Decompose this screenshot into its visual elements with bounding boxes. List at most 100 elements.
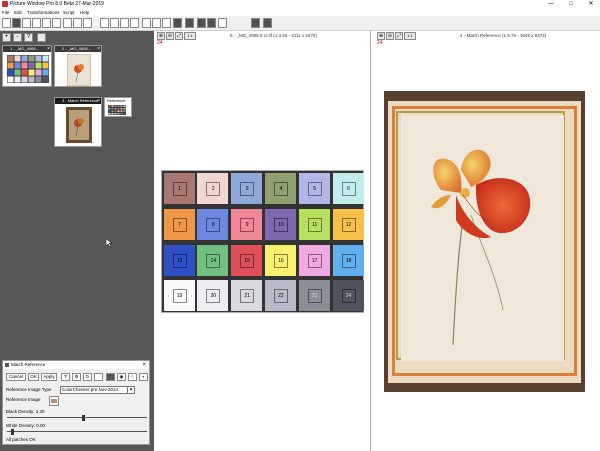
zoom-tool-icon[interactable] <box>152 18 161 28</box>
colorchecker-patch[interactable]: 1 <box>163 173 195 204</box>
help-icon[interactable]: ? <box>24 33 33 42</box>
paste-icon[interactable] <box>52 18 61 28</box>
close-icon[interactable]: × <box>47 46 50 52</box>
tone-icon[interactable] <box>207 18 216 28</box>
view-zoom-in-icon[interactable]: ⊕ <box>377 32 385 40</box>
colorchecker-patch-label: 21 <box>240 289 255 304</box>
colorchecker-patch[interactable]: 16 <box>264 244 296 276</box>
menu-help[interactable]: Help <box>80 9 89 16</box>
circle-light-icon[interactable]: ○ <box>128 373 137 381</box>
layer-icon[interactable] <box>197 18 206 28</box>
colorchecker-patch[interactable]: 12 <box>332 208 364 240</box>
chevron-down-icon[interactable]: ▾ <box>127 386 135 394</box>
colorchecker-patch[interactable]: 3 <box>231 173 263 204</box>
colorchecker-patch[interactable]: 17 <box>298 244 330 276</box>
thumbnail-2[interactable]: 2 - _MG_4908... × <box>54 45 102 87</box>
view-fit-icon[interactable]: ⤢ <box>175 32 183 40</box>
minimize-button[interactable]: — <box>544 0 558 9</box>
view-zoom-out-icon[interactable]: ⊖ <box>166 32 174 40</box>
apply-button[interactable]: Apply <box>41 373 57 381</box>
copy-settings-icon[interactable] <box>94 373 103 381</box>
menu-transformations[interactable]: Transformations <box>27 9 59 16</box>
view-zoom-in-icon[interactable]: ⊕ <box>157 32 165 40</box>
ok-button[interactable]: OK <box>28 373 39 381</box>
mask-dot-icon[interactable] <box>106 373 115 381</box>
close-icon[interactable]: × <box>97 98 100 104</box>
colorchecker-patch[interactable]: 21 <box>231 280 263 312</box>
list-icon[interactable] <box>218 18 227 28</box>
colorchecker-patch[interactable]: 9 <box>231 208 263 240</box>
reference-image-type-select[interactable]: ColorChecker pre Nov-2014 <box>60 386 133 394</box>
reference-painting-image[interactable] <box>384 91 585 392</box>
zoom-in-icon[interactable]: + <box>2 33 11 42</box>
menu-file[interactable]: File <box>2 9 9 16</box>
compare-icon[interactable] <box>251 18 260 28</box>
help-icon[interactable] <box>63 18 72 28</box>
refresh-icon[interactable]: ↻ <box>83 373 92 381</box>
pane-menu-icon[interactable] <box>37 33 46 42</box>
close-button[interactable]: ✕ <box>584 0 598 9</box>
menu-edit[interactable]: Edit <box>14 9 22 16</box>
zoom-out-icon[interactable]: - <box>13 33 22 42</box>
menu-script[interactable]: Script <box>63 9 75 16</box>
view-actual-size-button[interactable]: 1:1 <box>184 32 196 40</box>
colorchecker-image[interactable]: 1 2 3 4 5 6 7 8 9 10 11 12 13 14 15 16 17 18 19 20 21 22 23 24 <box>161 170 364 313</box>
view-fit-icon[interactable]: ⤢ <box>395 32 403 40</box>
colorchecker-patch[interactable]: 13 <box>163 244 195 276</box>
close-icon[interactable]: × <box>97 46 100 52</box>
colorchecker-patch[interactable]: 2 <box>197 173 229 204</box>
colorchecker-patch[interactable]: 4 <box>264 173 296 204</box>
colorchecker-patch[interactable]: 6 <box>332 173 364 204</box>
colorchecker-patch[interactable]: 18 <box>332 244 364 276</box>
cancel-button[interactable]: Cancel <box>6 373 26 381</box>
app-icon <box>2 1 8 7</box>
half-circle-icon[interactable]: ◐ <box>139 373 148 381</box>
maximize-button[interactable]: □ <box>564 0 578 9</box>
reference-image-picker[interactable] <box>49 396 59 406</box>
help-button[interactable]: ? <box>61 373 70 381</box>
colorchecker-patch[interactable]: 8 <box>197 208 229 240</box>
colorchecker-patch[interactable]: 5 <box>298 173 330 204</box>
mini-patch <box>21 55 28 62</box>
mini-patch <box>14 69 21 76</box>
settings-gear-icon[interactable]: ⚙ <box>72 373 81 381</box>
colorchecker-patch-label: 24 <box>341 289 356 304</box>
colorchecker-patch[interactable]: 20 <box>197 280 229 312</box>
swap-icon[interactable] <box>263 18 272 28</box>
cloud-icon[interactable] <box>173 18 182 28</box>
circle-dark-icon[interactable]: ◉ <box>117 373 126 381</box>
open-icon[interactable] <box>12 18 21 28</box>
colorchecker-patch[interactable]: 7 <box>163 208 195 240</box>
colorchecker-patch[interactable]: 23 <box>298 280 330 312</box>
colorchecker-patch[interactable]: 10 <box>264 208 296 240</box>
copy-icon[interactable] <box>42 18 51 28</box>
reference-tag[interactable]: Reference <box>104 97 132 117</box>
mask-icon[interactable] <box>185 18 194 28</box>
black-density-slider-handle[interactable] <box>82 415 86 421</box>
white-density-slider-handle[interactable] <box>11 429 15 435</box>
close-image-icon[interactable] <box>32 18 41 28</box>
view-zoom-out-icon[interactable]: ⊖ <box>386 32 394 40</box>
layout-quad-icon[interactable] <box>130 18 139 28</box>
save-icon[interactable] <box>22 18 31 28</box>
thumbnail-1[interactable]: 1 - _MG_4908... × <box>2 45 52 87</box>
undo-icon[interactable] <box>73 18 82 28</box>
colorchecker-patch[interactable]: 22 <box>264 280 296 312</box>
colorchecker-patch[interactable]: 24 <box>332 280 364 312</box>
colorchecker-patch[interactable]: 11 <box>298 208 330 240</box>
layout-single-icon[interactable] <box>100 18 109 28</box>
view-actual-size-button[interactable]: 1:1 <box>404 32 416 40</box>
pointer-icon[interactable] <box>142 18 151 28</box>
redo-icon[interactable] <box>83 18 92 28</box>
panel-close-icon[interactable]: × <box>142 361 146 369</box>
layout-split-icon[interactable] <box>110 18 119 28</box>
layout-grid-icon[interactable] <box>120 18 129 28</box>
colorchecker-patch[interactable]: 15 <box>231 244 263 276</box>
new-icon[interactable] <box>2 18 11 28</box>
thumbnail-label: 3 - Match Reference <box>55 98 101 104</box>
colorchecker-patch[interactable]: 14 <box>197 244 229 276</box>
thumbnail-3[interactable]: 3 - Match Reference × <box>54 97 102 147</box>
colorchecker-patch[interactable]: 19 <box>163 280 195 312</box>
pan-tool-icon[interactable] <box>162 18 171 28</box>
view-divider[interactable] <box>370 31 371 451</box>
